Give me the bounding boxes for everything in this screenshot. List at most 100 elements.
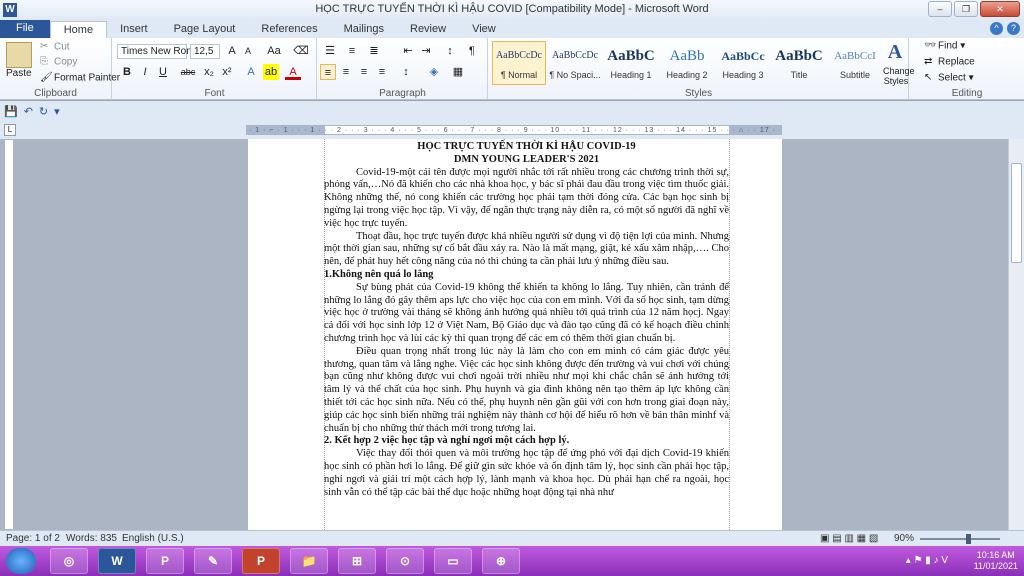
style-heading-3[interactable]: AaBbCc Heading 3 [716, 41, 770, 85]
tab-home[interactable]: Home [49, 21, 108, 38]
clear-formatting-icon[interactable]: ⌫ [293, 43, 309, 59]
change-styles-icon[interactable]: A [885, 41, 905, 64]
taskbar-app-paint[interactable]: ✎ [194, 548, 232, 574]
help-icon[interactable]: ? [1007, 22, 1020, 35]
minimize-ribbon-icon[interactable]: ^ [990, 22, 1003, 35]
tab-page-layout[interactable]: Page Layout [161, 21, 249, 38]
find-button[interactable]: 👓 Find ▾ [924, 40, 965, 52]
borders-icon[interactable]: ▦ [450, 64, 466, 80]
sort-icon[interactable]: ↕ [442, 43, 458, 59]
subscript-button[interactable]: x₂ [201, 64, 217, 80]
underline-button[interactable]: U [155, 64, 171, 80]
scrollbar-thumb[interactable] [1011, 163, 1022, 263]
page-count[interactable]: Page: 1 of 2 [6, 533, 60, 544]
decrease-indent-icon[interactable]: ⇤ [400, 43, 416, 59]
select-button[interactable]: ↖ Select ▾ [924, 72, 974, 84]
align-center-icon[interactable]: ≡ [338, 64, 354, 80]
multilevel-list-icon[interactable]: ≣ [366, 43, 382, 59]
style-name: Title [790, 70, 808, 80]
italic-button[interactable]: I [137, 64, 153, 80]
paste-icon[interactable] [6, 42, 32, 68]
close-button[interactable]: ✕ [980, 1, 1020, 17]
tab-insert[interactable]: Insert [107, 21, 161, 38]
taskbar-app-explorer[interactable]: 📁 [290, 548, 328, 574]
start-button[interactable] [6, 548, 36, 574]
save-icon[interactable]: 💾 [4, 105, 18, 118]
zoom-slider-thumb[interactable] [966, 534, 971, 544]
tab-view[interactable]: View [459, 21, 509, 38]
style-name: Heading 1 [610, 70, 652, 80]
cut-button[interactable]: ✂ Cut [40, 41, 70, 53]
font-name-dropdown[interactable]: Times New Rom [117, 44, 195, 59]
taskbar-app-calculator[interactable]: ⊞ [338, 548, 376, 574]
cursor-icon: ↖ [924, 72, 933, 83]
tab-references[interactable]: References [248, 21, 330, 38]
align-left-icon[interactable]: ≡ [320, 64, 336, 80]
justify-icon[interactable]: ≡ [374, 64, 390, 80]
zoom-level[interactable]: 90% [894, 533, 914, 544]
text-effects-icon[interactable]: A [243, 64, 259, 80]
show-formatting-marks-icon[interactable]: ¶ [464, 43, 480, 59]
zoom-slider[interactable] [920, 538, 1000, 540]
system-tray-icons[interactable]: ▴ ⚑ ▮ ♪ V [906, 555, 948, 566]
taskbar-app-teamviewer[interactable]: ⊕ [482, 548, 520, 574]
change-case-button[interactable]: Aa [263, 43, 285, 59]
view-buttons[interactable]: ▣ ▤ ▥ ▦ ▧ [820, 533, 878, 544]
paragraph: Sự bùng phát của Covid-19 không thể khiế… [324, 281, 729, 344]
tab-file[interactable]: File [0, 20, 50, 38]
font-color-icon[interactable]: A [285, 64, 301, 80]
redo-icon[interactable]: ↻ [39, 105, 48, 118]
change-styles-button[interactable]: Change Styles [883, 66, 915, 86]
style-sample: AaBb [669, 48, 705, 64]
strikethrough-button[interactable]: abc [177, 64, 199, 80]
format-painter-label: Format Painter [54, 72, 121, 84]
copy-button[interactable]: ⎘ Copy [40, 56, 77, 68]
undo-icon[interactable]: ↶ [24, 105, 33, 118]
style-heading-2[interactable]: AaBb Heading 2 [660, 41, 714, 85]
increase-indent-icon[interactable]: ⇥ [418, 43, 434, 59]
word-count[interactable]: Words: 835 [66, 533, 117, 544]
clock-date: 11/01/2021 [973, 561, 1018, 571]
font-size-dropdown[interactable]: 12,5 [190, 44, 220, 59]
style-no-spacing[interactable]: AaBbCcDc ¶ No Spaci... [548, 41, 602, 85]
align-right-icon[interactable]: ≡ [356, 64, 372, 80]
paragraph-group: ☰ ≡ ≣ ⇤ ⇥ ↕ ¶ ≡ ≡ ≡ ≡ ↕ ◈ ▦ Paragraph [318, 38, 488, 100]
style-normal[interactable]: AaBbCcDc ¶ Normal [492, 41, 546, 85]
paragraph-group-label: Paragraph [379, 88, 426, 99]
document-page[interactable]: HỌC TRỰC TUYẾN THỜI KÌ HẬU COVID-19 DMN … [248, 139, 782, 530]
tab-mailings[interactable]: Mailings [331, 21, 397, 38]
minimize-button[interactable]: – [928, 1, 952, 17]
style-heading-1[interactable]: AaBbC Heading 1 [604, 41, 658, 85]
taskbar-app-media[interactable]: ⊙ [386, 548, 424, 574]
taskbar-app-word[interactable]: W [98, 548, 136, 574]
horizontal-ruler[interactable]: · 1 · ⌐ · 1 · · · 1 · · · 2 · · · 3 · · … [246, 125, 782, 135]
maximize-button[interactable]: ❐ [954, 1, 978, 17]
numbering-icon[interactable]: ≡ [344, 43, 360, 59]
vertical-scrollbar[interactable] [1008, 139, 1024, 530]
superscript-button[interactable]: x² [219, 64, 235, 80]
line-spacing-icon[interactable]: ↕ [398, 64, 414, 80]
taskbar-app-presentation[interactable]: ▭ [434, 548, 472, 574]
bullets-icon[interactable]: ☰ [322, 43, 338, 59]
taskbar-app-powerpoint[interactable]: P [242, 548, 280, 574]
style-sample: AaBbCc [721, 49, 765, 63]
shrink-font-button[interactable]: A [240, 43, 256, 59]
taskbar-app-publisher[interactable]: P [146, 548, 184, 574]
tab-review[interactable]: Review [397, 21, 459, 38]
taskbar-app-browser[interactable]: ◎ [50, 548, 88, 574]
tab-selector[interactable]: L [4, 124, 16, 136]
style-subtitle[interactable]: AaBbCcI Subtitle [828, 41, 882, 85]
customize-toolbar-icon[interactable]: ▾ [54, 105, 60, 118]
language-indicator[interactable]: English (U.S.) [122, 533, 184, 544]
grow-font-button[interactable]: A [224, 43, 240, 59]
style-title[interactable]: AaBbC Title [772, 41, 826, 85]
paste-button[interactable]: Paste [6, 68, 32, 79]
shading-icon[interactable]: ◈ [426, 64, 442, 80]
highlight-icon[interactable]: ab [263, 64, 279, 80]
document-body[interactable]: HỌC TRỰC TUYẾN THỜI KÌ HẬU COVID-19 DMN … [324, 141, 729, 499]
replace-button[interactable]: ⇄ Replace [924, 56, 975, 68]
vertical-ruler[interactable] [4, 139, 14, 530]
format-painter-button[interactable]: 🖌Format Painter [40, 72, 120, 84]
bold-button[interactable]: B [119, 64, 135, 80]
clock[interactable]: 10:16 AM 11/01/2021 [974, 550, 1018, 572]
